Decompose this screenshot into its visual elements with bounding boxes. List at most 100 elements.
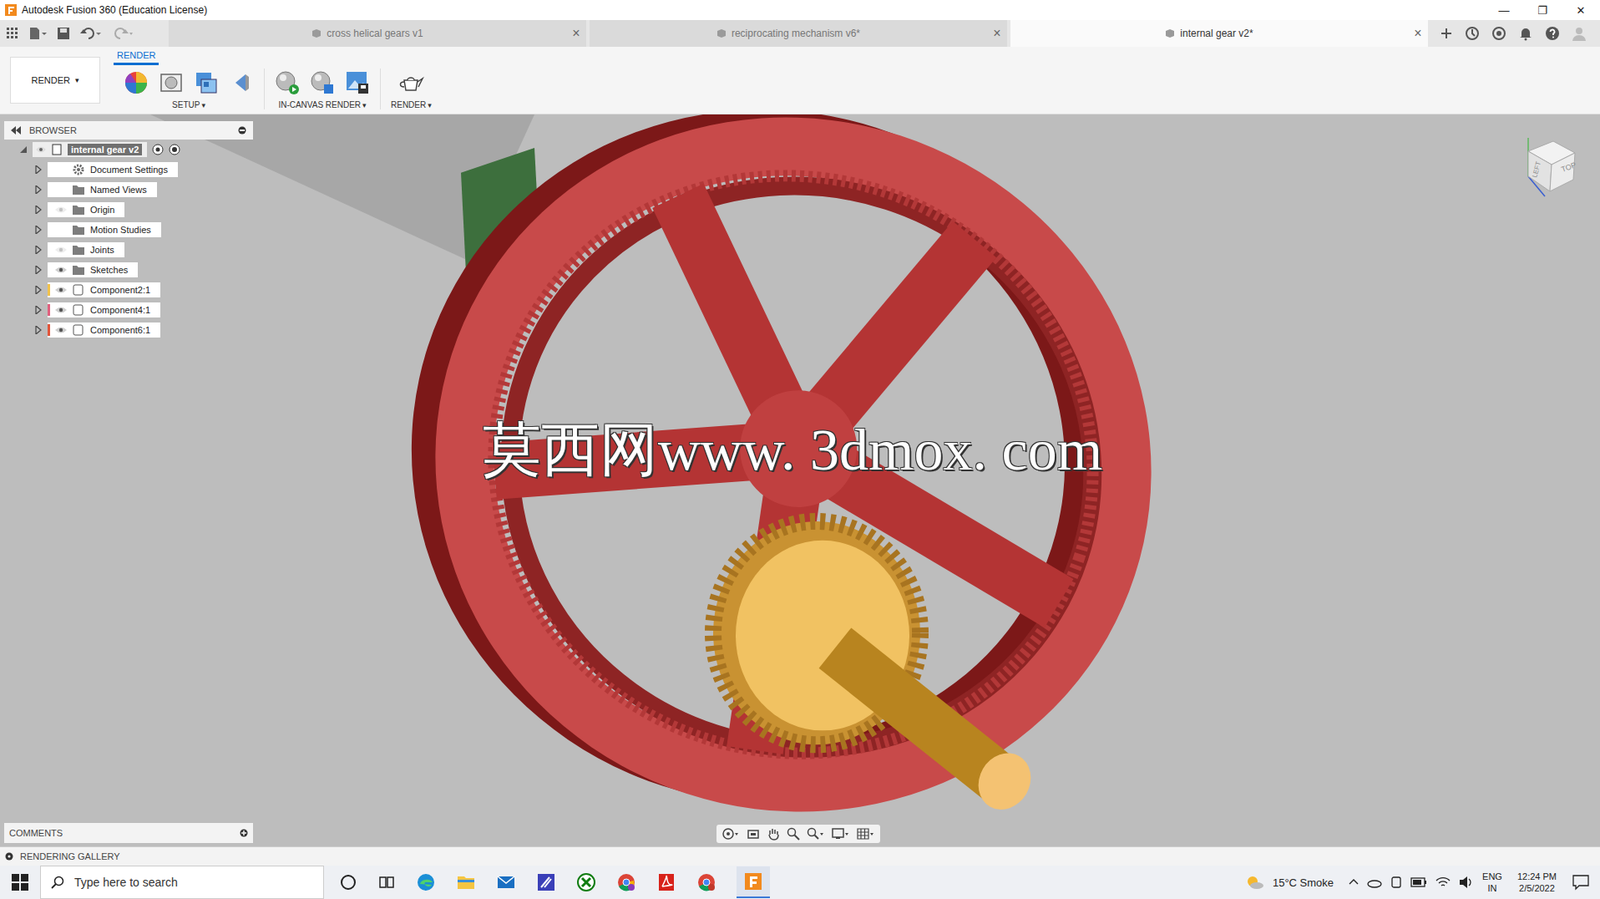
- browser-item[interactable]: Joints: [4, 239, 254, 260]
- orbit-icon[interactable]: [721, 826, 740, 841]
- collapsed-arrow-icon[interactable]: [34, 185, 43, 194]
- fit-zoom-icon[interactable]: [806, 826, 826, 841]
- task-view-icon[interactable]: [377, 872, 396, 892]
- browser-root[interactable]: internal gear v2: [4, 139, 254, 160]
- volume-icon[interactable]: [1458, 875, 1474, 889]
- onedrive-icon[interactable]: [1367, 875, 1383, 888]
- scene-settings-icon[interactable]: [158, 70, 184, 96]
- ribbon-tab[interactable]: RENDER: [113, 50, 159, 66]
- capture-image-icon[interactable]: [344, 70, 370, 96]
- eye-icon[interactable]: [55, 305, 67, 314]
- file-explorer-icon[interactable]: [455, 871, 476, 892]
- powerapps-icon[interactable]: [536, 871, 557, 892]
- browser-item[interactable]: Component4:1: [4, 299, 254, 320]
- collapsed-arrow-icon[interactable]: [34, 205, 43, 214]
- help-icon[interactable]: [1544, 25, 1560, 41]
- extensions-icon[interactable]: [1464, 25, 1480, 41]
- redo-icon[interactable]: [111, 26, 134, 41]
- bell-icon[interactable]: [1518, 25, 1534, 41]
- document-tab[interactable]: cross helical gears v1×: [168, 20, 587, 47]
- browser-item[interactable]: Origin: [4, 199, 254, 220]
- browser-item[interactable]: Motion Studies: [4, 219, 254, 240]
- expanded-arrow-icon[interactable]: [19, 145, 28, 154]
- appearance-icon[interactable]: [123, 70, 149, 96]
- pan-hand-icon[interactable]: [766, 826, 780, 841]
- clock[interactable]: 12:24 PM2/5/2022: [1517, 870, 1557, 895]
- browser-item[interactable]: Named Views: [4, 179, 254, 200]
- browser-item[interactable]: Sketches: [4, 259, 254, 280]
- chrome-icon[interactable]: [616, 871, 637, 892]
- in-canvas-settings-icon[interactable]: [309, 70, 335, 96]
- in-canvas-render-icon[interactable]: [274, 70, 300, 96]
- zoom-icon[interactable]: [786, 826, 800, 841]
- collapsed-arrow-icon[interactable]: [34, 245, 43, 254]
- plus-icon[interactable]: [1439, 26, 1454, 41]
- file-menu-icon[interactable]: [28, 26, 47, 41]
- undo-icon[interactable]: [80, 26, 102, 41]
- add-comment-icon[interactable]: [239, 828, 249, 837]
- cortana-icon[interactable]: [339, 872, 358, 892]
- eye-icon[interactable]: [55, 205, 67, 214]
- chrome-profile-icon[interactable]: [696, 871, 717, 892]
- collapsed-arrow-icon[interactable]: [34, 325, 43, 335]
- eye-icon[interactable]: [55, 285, 67, 294]
- grid-settings-icon[interactable]: [856, 826, 876, 841]
- collapsed-arrow-icon[interactable]: [34, 265, 43, 274]
- document-tab[interactable]: internal gear v2*×: [1010, 20, 1428, 47]
- tab-close-button[interactable]: ×: [566, 25, 587, 41]
- edge-icon[interactable]: [415, 871, 436, 892]
- workspace-switcher[interactable]: RENDER▾: [10, 56, 101, 104]
- group-label[interactable]: IN-CANVAS RENDER▾: [278, 100, 366, 110]
- collapsed-arrow-icon[interactable]: [34, 165, 43, 174]
- active-app[interactable]: [736, 865, 770, 898]
- display-settings-icon[interactable]: [831, 826, 851, 841]
- window-control-button[interactable]: —: [1484, 4, 1524, 17]
- weather-text[interactable]: 15°C Smoke: [1272, 875, 1334, 889]
- meet-icon[interactable]: [1390, 875, 1403, 889]
- acrobat-icon[interactable]: [656, 871, 677, 892]
- collapsed-arrow-icon[interactable]: [34, 285, 43, 294]
- collapsed-arrow-icon[interactable]: [34, 305, 43, 314]
- chevron-up-icon[interactable]: [1348, 876, 1359, 887]
- eye-icon[interactable]: [55, 265, 67, 274]
- gallery-toggle-icon[interactable]: [5, 851, 14, 861]
- browser-item[interactable]: Component6:1: [4, 319, 254, 340]
- profile-icon[interactable]: [1571, 25, 1587, 41]
- browser-header[interactable]: BROWSER: [4, 121, 254, 140]
- rendering-gallery[interactable]: RENDERING GALLERY: [0, 845, 1600, 866]
- group-label[interactable]: SETUP▾: [172, 100, 206, 110]
- tab-close-button[interactable]: ×: [987, 25, 1008, 41]
- version-icon[interactable]: [151, 143, 164, 156]
- xbox-icon[interactable]: [576, 871, 597, 892]
- view-cube[interactable]: TOPLEFT: [1514, 132, 1582, 208]
- job-status-icon[interactable]: [1491, 25, 1507, 41]
- eye-icon[interactable]: [35, 145, 46, 154]
- input-language[interactable]: ENGIN: [1482, 870, 1503, 895]
- battery-icon[interactable]: [1410, 876, 1428, 887]
- browser-item[interactable]: Component2:1: [4, 279, 254, 300]
- wifi-icon[interactable]: [1435, 875, 1451, 888]
- tab-close-button[interactable]: ×: [1407, 25, 1428, 41]
- document-tab[interactable]: reciprocating mechanism v6*×: [589, 20, 1008, 47]
- comments-panel[interactable]: COMMENTS: [4, 822, 254, 843]
- window-control-button[interactable]: ✕: [1561, 4, 1600, 17]
- save-icon[interactable]: [56, 26, 71, 41]
- notifications-icon[interactable]: [1571, 873, 1590, 891]
- panel-pin-icon[interactable]: [237, 126, 247, 135]
- collapsed-arrow-icon[interactable]: [34, 225, 43, 234]
- activate-icon[interactable]: [168, 143, 181, 156]
- eye-icon[interactable]: [55, 245, 67, 254]
- texture-map-icon[interactable]: [193, 70, 219, 96]
- collapse-icon[interactable]: [10, 126, 21, 135]
- window-control-button[interactable]: ❐: [1523, 4, 1562, 17]
- windows-start-icon[interactable]: [11, 873, 29, 891]
- viewport-canvas[interactable]: 莫西网www. 3dmox. comBROWSERinternal gear v…: [0, 114, 1600, 846]
- taskbar-search[interactable]: Type here to search: [40, 865, 325, 899]
- mail-icon[interactable]: [496, 871, 517, 892]
- apps-grid-icon[interactable]: [6, 27, 19, 40]
- look-at-icon[interactable]: [746, 826, 760, 841]
- group-label[interactable]: RENDER▾: [390, 100, 432, 110]
- browser-item[interactable]: Document Settings: [4, 159, 254, 180]
- teapot-render-icon[interactable]: [397, 70, 425, 96]
- eye-icon[interactable]: [55, 325, 67, 335]
